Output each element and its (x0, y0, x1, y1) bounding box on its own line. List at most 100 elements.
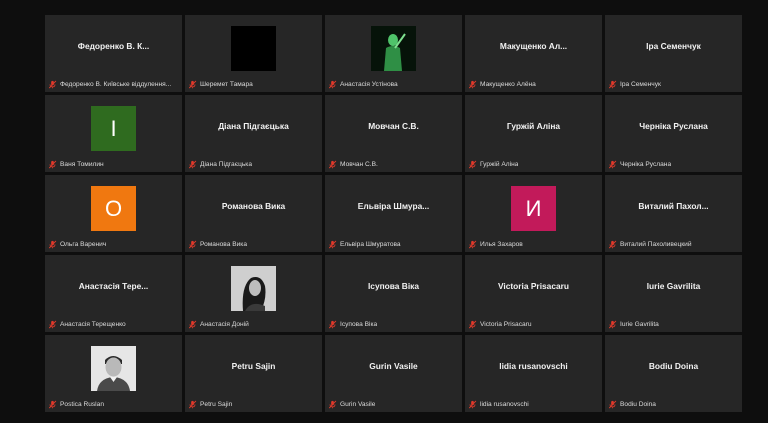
mic-muted-icon (468, 160, 477, 169)
participant-tile[interactable]: Gurin Vasile Gurin Vasile (325, 335, 462, 412)
mic-muted-icon (48, 160, 57, 169)
tile-content: Гуржій Аліна (465, 95, 602, 156)
mic-muted-icon (48, 320, 57, 329)
participant-tile[interactable]: Федоренко В. К... Федоренко В. Київське … (45, 15, 182, 92)
participant-display-name: Iurie Gavrilita (646, 280, 701, 291)
tile-content: Gurin Vasile (325, 335, 462, 396)
tile-content: Черніка Руслана (605, 95, 742, 156)
participant-display-name: Ельвіра Шмура... (357, 200, 430, 211)
tile-content: И (465, 175, 602, 236)
participant-label-bar: Федоренко В. Київське віддулення... (48, 79, 179, 90)
mic-muted-icon (468, 240, 477, 249)
tile-content: Bodiu Doina (605, 335, 742, 396)
participant-tile[interactable]: Романова Вика Романова Вика (185, 175, 322, 252)
participant-name-label: Мовчан С.В. (340, 161, 378, 168)
participant-label-bar: Анастасія Устінова (328, 79, 459, 90)
participant-display-name: Gurin Vasile (369, 360, 418, 371)
tile-content: Анастасія Тере... (45, 255, 182, 316)
participant-label-bar: Іра Семенчук (608, 79, 739, 90)
participant-tile[interactable]: Анастасія Устінова (325, 15, 462, 92)
participant-name-label: Victoria Prisacaru (480, 321, 532, 328)
participant-label-bar: Ольга Варенич (48, 239, 179, 250)
participant-tile[interactable]: Ельвіра Шмура... Ельвіра Шмуратова (325, 175, 462, 252)
participant-display-name: Макущенко Ал... (499, 40, 568, 51)
participant-tile[interactable]: Черніка Руслана Черніка Руслана (605, 95, 742, 172)
participant-name-label: Шеремет Тамара (200, 81, 253, 88)
participant-grid: Федоренко В. К... Федоренко В. Київське … (45, 15, 742, 415)
video-feed (231, 26, 276, 71)
participant-label-bar: Романова Вика (188, 239, 319, 250)
mic-muted-icon (468, 400, 477, 409)
participant-label-bar: Гуржій Аліна (468, 159, 599, 170)
mic-muted-icon (328, 240, 337, 249)
mic-muted-icon (328, 400, 337, 409)
mic-muted-icon (468, 80, 477, 89)
participant-tile[interactable]: Іра Семенчук Іра Семенчук (605, 15, 742, 92)
mic-muted-icon (188, 240, 197, 249)
tile-content: Федоренко В. К... (45, 15, 182, 76)
participant-display-name: Гуржій Аліна (506, 120, 561, 131)
participant-label-bar: Анастасія Терещенко (48, 319, 179, 330)
participant-name-label: Iurie Gavrilita (620, 321, 659, 328)
participant-tile[interactable]: Анастасія Доній (185, 255, 322, 332)
tile-content (185, 15, 322, 76)
tile-content: I (45, 95, 182, 156)
participant-tile[interactable]: Діана Підгаєцька Діана Підгаєцька (185, 95, 322, 172)
participant-display-name: Petru Sajin (231, 360, 276, 371)
participant-label-bar: Ісупова Віка (328, 319, 459, 330)
participant-display-name: Федоренко В. К... (77, 40, 150, 51)
mic-muted-icon (328, 80, 337, 89)
participant-tile[interactable]: Bodiu Doina Bodiu Doina (605, 335, 742, 412)
participant-label-bar: Bodiu Doina (608, 399, 739, 410)
participant-name-label: Черніка Руслана (620, 161, 672, 168)
tile-content (185, 255, 322, 316)
participant-tile[interactable]: Шеремет Тамара (185, 15, 322, 92)
participant-name-label: Gurin Vasile (340, 401, 376, 408)
participant-label-bar: Ваня Томилин (48, 159, 179, 170)
mic-muted-icon (468, 320, 477, 329)
participant-display-name: Victoria Prisacaru (497, 280, 570, 291)
avatar-initial: И (511, 186, 556, 231)
participant-label-bar: Илья Захаров (468, 239, 599, 250)
participant-tile[interactable]: Postica Ruslan (45, 335, 182, 412)
participant-tile[interactable]: Victoria Prisacaru Victoria Prisacaru (465, 255, 602, 332)
tile-content: Романова Вика (185, 175, 322, 236)
participant-tile[interactable]: I Ваня Томилин (45, 95, 182, 172)
participant-name-label: Федоренко В. Київське віддулення... (60, 81, 172, 88)
participant-display-name: Анастасія Тере... (78, 280, 149, 291)
participant-display-name: Діана Підгаєцька (218, 120, 289, 131)
participant-tile[interactable]: Виталий Пахол... Виталий Пахоливецкий (605, 175, 742, 252)
participant-display-name: Ісупова Віка (367, 280, 420, 291)
participant-tile[interactable]: Ісупова Віка Ісупова Віка (325, 255, 462, 332)
participant-name-label: Діана Підгаєцька (200, 161, 252, 168)
participant-tile[interactable]: О Ольга Варенич (45, 175, 182, 252)
participant-label-bar: Діана Підгаєцька (188, 159, 319, 170)
participant-name-label: Гуржій Аліна (480, 161, 519, 168)
participant-label-bar: Petru Sajin (188, 399, 319, 410)
participant-tile[interactable]: И Илья Захаров (465, 175, 602, 252)
mic-muted-icon (188, 400, 197, 409)
participant-label-bar: lidia rusanovschi (468, 399, 599, 410)
participant-tile[interactable]: Petru Sajin Petru Sajin (185, 335, 322, 412)
participant-name-label: Макущенко Алёна (480, 81, 536, 88)
participant-tile[interactable]: Мовчан С.В. Мовчан С.В. (325, 95, 462, 172)
mic-muted-icon (48, 80, 57, 89)
participant-tile[interactable]: Анастасія Тере... Анастасія Терещенко (45, 255, 182, 332)
participant-name-label: Postica Ruslan (60, 401, 104, 408)
participant-tile[interactable]: Iurie Gavrilita Iurie Gavrilita (605, 255, 742, 332)
participant-name-label: lidia rusanovschi (480, 401, 529, 408)
participant-display-name: Іра Семенчук (646, 40, 701, 51)
participant-tile[interactable]: Макущенко Ал... Макущенко Алёна (465, 15, 602, 92)
mic-muted-icon (188, 160, 197, 169)
mic-muted-icon (188, 80, 197, 89)
participant-label-bar: Iurie Gavrilita (608, 319, 739, 330)
participant-label-bar: Ельвіра Шмуратова (328, 239, 459, 250)
avatar-initial: I (91, 106, 136, 151)
participant-name-label: Petru Sajin (200, 401, 233, 408)
participant-tile[interactable]: Гуржій Аліна Гуржій Аліна (465, 95, 602, 172)
participant-label-bar: Анастасія Доній (188, 319, 319, 330)
mic-muted-icon (188, 320, 197, 329)
participant-tile[interactable]: lidia rusanovschi lidia rusanovschi (465, 335, 602, 412)
mic-muted-icon (328, 320, 337, 329)
participant-name-label: Анастасія Доній (200, 321, 249, 328)
